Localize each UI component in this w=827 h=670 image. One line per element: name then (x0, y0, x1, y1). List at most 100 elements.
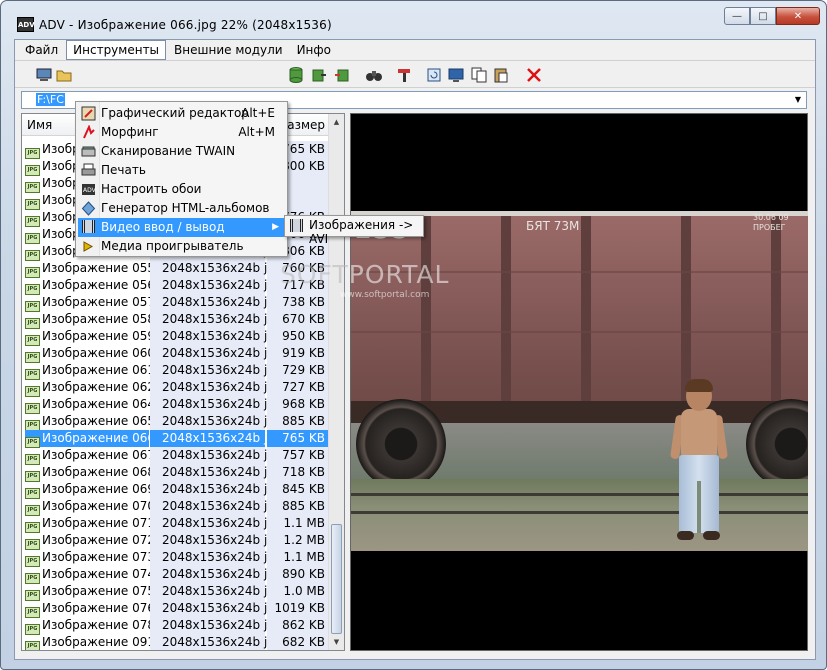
file-list-row[interactable]: JPG Изображение 072 2048x1536x24b jpeg 1.2 … (22, 532, 332, 550)
file-name-cell: JPG Изображение 056 (25, 277, 155, 295)
file-name-cell: JPG Изображение 069 (25, 481, 155, 499)
window-controls: — □ ✕ (724, 7, 820, 25)
path-value[interactable]: F:\FC (36, 93, 65, 106)
menu-plugins[interactable]: Внешние модули (168, 41, 289, 59)
file-list-row[interactable]: JPG Изображение 058 2048x1536x24b jpeg 670 … (22, 311, 332, 329)
tools-menu-dropdown: Графический редактор Alt+E Морфинг Alt+M… (75, 101, 288, 257)
toolbar (15, 62, 815, 88)
file-info-cell: 2048x1536x24b jpeg (150, 481, 290, 498)
file-name-cell: JPG Изображение 076 (25, 600, 155, 618)
menu-item-twain-scan[interactable]: Сканирование TWAIN (78, 142, 285, 161)
paste-icon[interactable] (492, 66, 510, 84)
printer-icon (81, 163, 96, 178)
file-name: Изображение 058 (42, 312, 156, 326)
file-size-cell: 765 KB (267, 430, 329, 447)
file-size-cell: 757 KB (267, 447, 329, 464)
file-info-cell: 2048x1536x24b jpeg (150, 549, 290, 566)
menu-item-print[interactable]: Печать (78, 161, 285, 180)
file-info-cell: 2048x1536x24b jpeg (150, 277, 290, 294)
file-info-cell: 2048x1536x24b jpeg (150, 583, 290, 600)
file-name-cell: JPG Изображение 066 (25, 430, 155, 448)
file-list-row[interactable]: JPG Изображение 073 2048x1536x24b jpeg 1.1 … (22, 549, 332, 567)
file-name: Изображение 075 (42, 584, 156, 598)
menu-item-morphing[interactable]: Морфинг Alt+M (78, 123, 285, 142)
binoculars-icon[interactable] (365, 66, 383, 84)
file-list-row[interactable]: JPG Изображение 067 2048x1536x24b jpeg 757 … (22, 447, 332, 465)
menu-info[interactable]: Инфо (291, 41, 337, 59)
file-info-cell: 2048x1536x24b jpeg (150, 345, 290, 362)
scroll-up-icon[interactable]: ▲ (329, 114, 344, 130)
file-list-row[interactable]: JPG Изображение 076 2048x1536x24b jpeg 1019… (22, 600, 332, 618)
file-list-row[interactable]: JPG Изображение 068 2048x1536x24b jpeg 718 … (22, 464, 332, 482)
file-size-cell: 968 KB (267, 396, 329, 413)
file-name-cell: JPG Изображение 068 (25, 464, 155, 482)
file-list-row[interactable]: JPG Изображение 074 2048x1536x24b jpeg 890 … (22, 566, 332, 584)
title-bar[interactable]: ADV ADV - Изображение 066.jpg 22% (2048x… (1, 1, 826, 39)
minimize-button[interactable]: — (724, 7, 750, 25)
database-icon[interactable] (287, 66, 305, 84)
file-name: Изображение 055 (42, 261, 156, 275)
slideshow-icon[interactable] (447, 66, 465, 84)
file-list-row[interactable]: JPG Изображение 071 2048x1536x24b jpeg 1.1 … (22, 515, 332, 533)
close-button[interactable]: ✕ (776, 7, 820, 25)
file-name: Изображение 067 (42, 448, 156, 462)
file-list-row[interactable]: JPG Изображение 061 2048x1536x24b jpeg 729 … (22, 362, 332, 380)
file-name: Изображение 073 (42, 550, 156, 564)
file-list-row[interactable]: JPG Изображение 078 2048x1536x24b jpeg 862 … (22, 617, 332, 635)
file-name: Изображение 091 (42, 635, 156, 649)
file-list-row[interactable]: JPG Изображение 062 2048x1536x24b jpeg 727 … (22, 379, 332, 397)
delete-icon[interactable] (525, 66, 543, 84)
menu-item-images-to-avi[interactable]: Изображения -> AVI (309, 218, 423, 246)
file-list-row[interactable]: JPG Изображение 091 2048x1536x24b jpeg 682 … (22, 634, 332, 650)
file-size-cell: 919 KB (267, 345, 329, 362)
file-name-cell: JPG Изображение 061 (25, 362, 155, 380)
file-name-cell: JPG Изображение 078 (25, 617, 155, 635)
file-name-cell: JPG Изображение 075 (25, 583, 155, 601)
scroll-down-icon[interactable]: ▼ (329, 634, 344, 650)
file-list-row[interactable]: JPG Изображение 069 2048x1536x24b jpeg 845 … (22, 481, 332, 499)
file-list-scrollbar[interactable]: ▲ ▼ (328, 114, 344, 650)
file-info-cell: 2048x1536x24b jpeg (150, 396, 290, 413)
database-import-icon[interactable] (333, 66, 351, 84)
menu-item-html-album[interactable]: Генератор HTML-альбомов (78, 199, 285, 218)
maximize-button[interactable]: □ (750, 7, 776, 25)
computer-icon[interactable] (35, 66, 53, 84)
refresh-icon[interactable] (425, 66, 443, 84)
file-info-cell: 2048x1536x24b jpeg (150, 515, 290, 532)
file-info-cell: 2048x1536x24b jpeg (150, 260, 290, 277)
file-size-cell: 1019 KB (267, 600, 329, 617)
menu-tools[interactable]: Инструменты (66, 40, 167, 60)
film-icon (81, 220, 96, 235)
file-list-row[interactable]: JPG Изображение 059 2048x1536x24b jpeg 950 … (22, 328, 332, 346)
file-name-cell: JPG Изображение 058 (25, 311, 155, 329)
file-size-cell: 718 KB (267, 464, 329, 481)
file-list-row[interactable]: JPG Изображение 064 2048x1536x24b jpeg 968 … (22, 396, 332, 414)
file-list-row[interactable]: JPG Изображение 065 2048x1536x24b jpeg 885 … (22, 413, 332, 431)
chevron-down-icon[interactable]: ▼ (790, 92, 806, 108)
folder-icon[interactable] (55, 66, 73, 84)
image-viewer[interactable]: 135 БЯТ 73М 30.06 09 ПРОБЕГ (350, 113, 808, 651)
file-list-row[interactable]: JPG Изображение 070 2048x1536x24b jpeg 885 … (22, 498, 332, 516)
scrollbar-thumb[interactable] (331, 524, 342, 634)
wagon-date: 30.06 09 (753, 213, 789, 222)
menu-item-video-io[interactable]: Видео ввод / вывод ▶ (78, 218, 285, 237)
file-list-row[interactable]: JPG Изображение 060 2048x1536x24b jpeg 919 … (22, 345, 332, 363)
column-name-header[interactable]: Имя (27, 118, 52, 132)
menu-item-image-editor[interactable]: Графический редактор Alt+E (78, 104, 285, 123)
file-name: Изображение 069 (42, 482, 156, 496)
copy-icon[interactable] (470, 66, 488, 84)
video-submenu: Изображения -> AVI (284, 215, 424, 246)
menu-item-wallpaper[interactable]: ADV Настроить обои (78, 180, 285, 199)
tools-icon[interactable] (395, 66, 413, 84)
file-list-row[interactable]: JPG Изображение 075 2048x1536x24b jpeg 1.0 … (22, 583, 332, 601)
file-size-cell: 1.1 MB (267, 515, 329, 532)
file-list-row[interactable]: JPG Изображение 057 2048x1536x24b jpeg 738 … (22, 294, 332, 312)
child-figure (669, 379, 729, 546)
wagon-code: БЯТ 73М (526, 219, 580, 233)
file-name: Изображение 066 (42, 431, 156, 445)
file-size-cell: 729 KB (267, 362, 329, 379)
file-list-row[interactable]: JPG Изображение 066 2048x1536x24b jpeg 765 … (22, 430, 332, 448)
menu-file[interactable]: Файл (19, 41, 64, 59)
database-export-icon[interactable] (310, 66, 328, 84)
menu-item-media-player[interactable]: Медиа проигрыватель (78, 237, 285, 256)
